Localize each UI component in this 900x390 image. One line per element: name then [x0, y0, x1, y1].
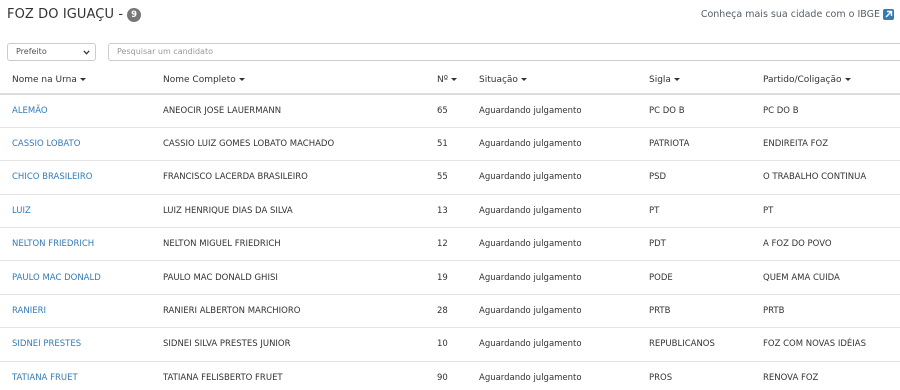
candidate-link[interactable]: TATIANA FRUET [12, 373, 78, 383]
candidate-link[interactable]: RANIERI [12, 306, 46, 316]
cell-partido: QUEM AMA CUIDA [763, 260, 900, 295]
cell-numero: 55 [437, 160, 479, 195]
chevron-down-icon [83, 50, 90, 55]
cell-partido: ENDIREITA FOZ [763, 127, 900, 162]
table-row: SIDNEI PRESTES SIDNEI SILVA PRESTES JUNI… [0, 327, 900, 362]
ibge-link[interactable]: Conheça mais sua cidade com o IBGE [701, 9, 894, 20]
cell-nome-completo: LUIZ HENRIQUE DIAS DA SILVA [163, 194, 437, 229]
table-row: PAULO MAC DONALD PAULO MAC DONALD GHISI … [0, 260, 900, 295]
cell-nome-na-urna: TATIANA FRUET [0, 361, 163, 390]
cell-situacao: Aguardando julgamento [479, 160, 649, 195]
candidate-search-input[interactable]: Pesquisar um candidato [108, 43, 900, 61]
cell-nome-completo: NELTON MIGUEL FRIEDRICH [163, 227, 437, 262]
column-header-nome-completo[interactable]: Nome Completo [163, 66, 437, 95]
cell-situacao: Aguardando julgamento [479, 294, 649, 329]
external-link-icon [883, 9, 894, 20]
cell-numero: 90 [437, 361, 479, 390]
cell-sigla: PODE [649, 260, 763, 295]
cell-numero: 10 [437, 327, 479, 362]
sort-caret-icon [79, 77, 86, 81]
cell-sigla: PC DO B [649, 94, 763, 128]
sort-caret-icon [844, 77, 851, 81]
cell-partido: RENOVA FOZ [763, 361, 900, 390]
cell-sigla: PRTB [649, 294, 763, 329]
cell-nome-completo: CASSIO LUIZ GOMES LOBATO MACHADO [163, 127, 437, 162]
cell-nome-completo: TATIANA FELISBERTO FRUET [163, 361, 437, 390]
candidate-link[interactable]: LUIZ [12, 206, 31, 216]
table-header-row: Nome na Urna Nome Completo Nº Situação S… [0, 66, 900, 95]
cell-numero: 28 [437, 294, 479, 329]
cell-numero: 51 [437, 127, 479, 162]
office-select-value: Prefeito [16, 47, 47, 56]
cell-nome-na-urna: ALEMÃO [0, 94, 163, 128]
cell-situacao: Aguardando julgamento [479, 327, 649, 362]
cell-partido: PT [763, 194, 900, 229]
table-row: ALEMÃO ANEOCIR JOSE LAUERMANN 65 Aguarda… [0, 94, 900, 128]
sort-caret-icon [450, 77, 457, 81]
sort-caret-icon [520, 77, 527, 81]
column-header-nome-na-urna[interactable]: Nome na Urna [0, 66, 163, 95]
cell-situacao: Aguardando julgamento [479, 94, 649, 128]
cell-numero: 65 [437, 94, 479, 128]
cell-nome-na-urna: SIDNEI PRESTES [0, 327, 163, 362]
cell-sigla: PT [649, 194, 763, 229]
cell-nome-completo: PAULO MAC DONALD GHISI [163, 260, 437, 295]
table-row: RANIERI RANIERI ALBERTON MARCHIORO 28 Ag… [0, 294, 900, 329]
column-header-partido-coligacao[interactable]: Partido/Coligação [763, 66, 900, 95]
office-select[interactable]: Prefeito [7, 43, 96, 61]
cell-numero: 12 [437, 227, 479, 262]
table-row: CASSIO LOBATO CASSIO LUIZ GOMES LOBATO M… [0, 127, 900, 162]
column-header-situacao[interactable]: Situação [479, 66, 649, 95]
cell-sigla: PATRIOTA [649, 127, 763, 162]
cell-nome-na-urna: LUIZ [0, 194, 163, 229]
cell-nome-completo: ANEOCIR JOSE LAUERMANN [163, 94, 437, 128]
table-row: LUIZ LUIZ HENRIQUE DIAS DA SILVA 13 Agua… [0, 194, 900, 229]
filter-bar: Prefeito Pesquisar um candidato [7, 43, 900, 61]
cell-numero: 19 [437, 260, 479, 295]
cell-sigla: PSD [649, 160, 763, 195]
cell-situacao: Aguardando julgamento [479, 127, 649, 162]
cell-nome-na-urna: NELTON FRIEDRICH [0, 227, 163, 262]
candidate-link[interactable]: PAULO MAC DONALD [12, 273, 101, 283]
cell-nome-na-urna: RANIERI [0, 294, 163, 329]
sort-caret-icon [238, 77, 245, 81]
cell-nome-na-urna: CASSIO LOBATO [0, 127, 163, 162]
page-header: FOZ DO IGUAÇU - 9 Conheça mais sua cidad… [0, 0, 900, 34]
ibge-link-label: Conheça mais sua cidade com o IBGE [700, 9, 880, 20]
candidate-link[interactable]: NELTON FRIEDRICH [12, 239, 94, 249]
cell-partido: A FOZ DO POVO [763, 227, 900, 262]
cell-nome-completo: FRANCISCO LACERDA BRASILEIRO [163, 160, 437, 195]
cell-partido: PC DO B [763, 94, 900, 128]
cell-nome-completo: SIDNEI SILVA PRESTES JUNIOR [163, 327, 437, 362]
cell-situacao: Aguardando julgamento [479, 194, 649, 229]
cell-partido: O TRABALHO CONTINUA [763, 160, 900, 195]
title-group: FOZ DO IGUAÇU - 9 [7, 7, 142, 22]
cell-situacao: Aguardando julgamento [479, 361, 649, 390]
cell-situacao: Aguardando julgamento [479, 227, 649, 262]
cell-partido: FOZ COM NOVAS IDÉIAS [763, 327, 900, 362]
table-row: NELTON FRIEDRICH NELTON MIGUEL FRIEDRICH… [0, 227, 900, 262]
cell-nome-na-urna: PAULO MAC DONALD [0, 260, 163, 295]
column-header-sigla[interactable]: Sigla [649, 66, 763, 95]
sort-caret-icon [673, 77, 680, 81]
cell-nome-completo: RANIERI ALBERTON MARCHIORO [163, 294, 437, 329]
candidate-link[interactable]: CHICO BRASILEIRO [12, 172, 92, 182]
candidate-link[interactable]: CASSIO LOBATO [12, 139, 80, 149]
table-row: TATIANA FRUET TATIANA FELISBERTO FRUET 9… [0, 361, 900, 390]
column-header-numero[interactable]: Nº [437, 66, 479, 95]
cell-nome-na-urna: CHICO BRASILEIRO [0, 160, 163, 195]
cell-numero: 13 [437, 194, 479, 229]
candidate-link[interactable]: ALEMÃO [12, 106, 48, 116]
candidates-table: Nome na Urna Nome Completo Nº Situação S… [0, 66, 900, 390]
cell-sigla: PDT [649, 227, 763, 262]
page-title: FOZ DO IGUAÇU - [7, 7, 124, 22]
cell-situacao: Aguardando julgamento [479, 260, 649, 295]
cell-sigla: PROS [649, 361, 763, 390]
table-row: CHICO BRASILEIRO FRANCISCO LACERDA BRASI… [0, 160, 900, 195]
search-placeholder: Pesquisar um candidato [117, 47, 213, 56]
cell-sigla: REPUBLICANOS [649, 327, 763, 362]
cell-partido: PRTB [763, 294, 900, 329]
candidate-link[interactable]: SIDNEI PRESTES [12, 339, 81, 349]
candidate-count-badge: 9 [127, 7, 142, 22]
